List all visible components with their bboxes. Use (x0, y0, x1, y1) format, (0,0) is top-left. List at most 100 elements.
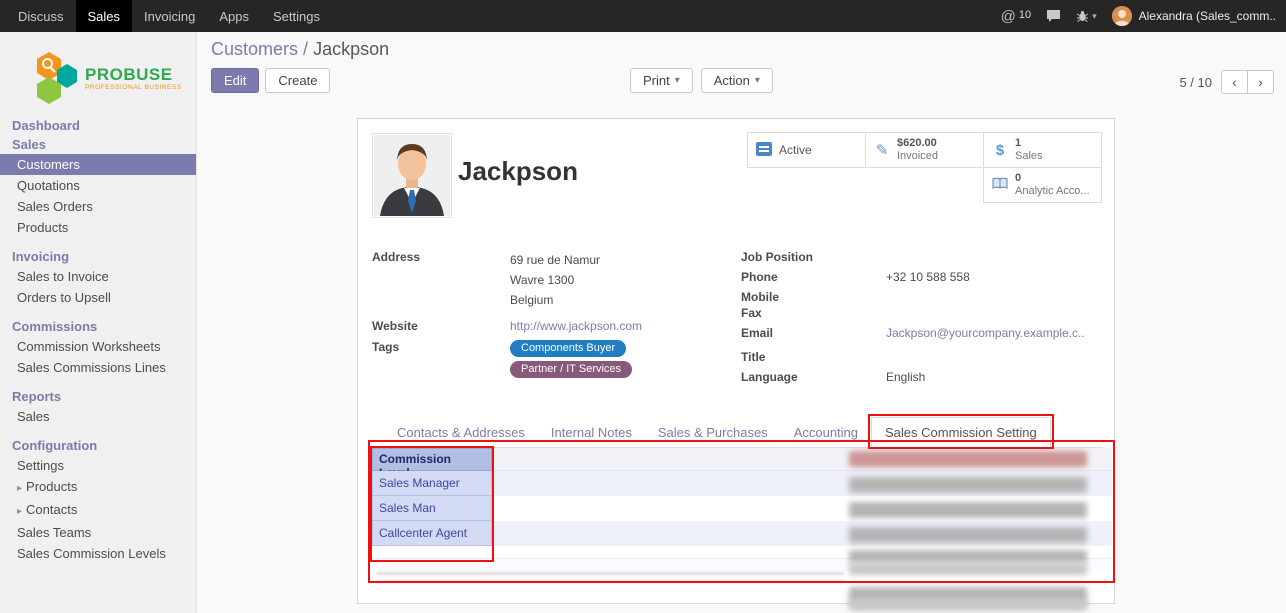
sidebar-heading-configuration[interactable]: Configuration (0, 436, 196, 455)
redacted-block (849, 563, 1087, 575)
tags-label: Tags (372, 340, 510, 378)
dollar-icon: $ (991, 143, 1009, 158)
caret-down-icon: ▾ (755, 75, 760, 86)
commission-table: Commission Level Sales Manager Sales Man… (372, 448, 1112, 571)
sidebar-item-config-products[interactable]: ▸Products (0, 476, 196, 499)
debug-menu-button[interactable]: ▾ (1076, 10, 1097, 23)
customer-photo[interactable] (372, 133, 452, 218)
tag-partner-it-services[interactable]: Partner / IT Services (510, 361, 632, 378)
sidebar-heading-invoicing[interactable]: Invoicing (0, 247, 196, 266)
book-icon (991, 177, 1009, 193)
app-logo: PROBUSE PROFESSIONAL BUSINESS (0, 32, 196, 116)
redacted-block (849, 502, 1087, 518)
notebook-tabs: Contacts & Addresses Internal Notes Sale… (372, 416, 1103, 448)
language-label: Language (741, 370, 886, 385)
menu-invoicing[interactable]: Invoicing (132, 0, 207, 32)
sidebar-item-commission-worksheets[interactable]: Commission Worksheets (0, 336, 196, 357)
sidebar-item-config-contacts[interactable]: ▸Contacts (0, 499, 196, 522)
menu-sales[interactable]: Sales (76, 0, 133, 32)
breadcrumb-customers[interactable]: Customers (211, 39, 298, 59)
mentions-button[interactable]: @ 10 (1001, 9, 1031, 24)
sidebar-item-sales-teams[interactable]: Sales Teams (0, 522, 196, 543)
sidebar-nav: Dashboard Sales Customers Quotations Sal… (0, 116, 196, 564)
sidebar-heading-dashboard[interactable]: Dashboard (0, 116, 196, 135)
pager-next-button[interactable]: › (1247, 70, 1274, 94)
invoiced-stat-button[interactable]: ✎ $620.00 Invoiced (865, 132, 984, 168)
chat-bubble-icon (1046, 9, 1061, 23)
sidebar-item-reports-sales[interactable]: Sales (0, 406, 196, 427)
main-menu: Discuss Sales Invoicing Apps Settings (0, 0, 332, 32)
user-menu[interactable]: Alexandra (Sales_comm.. (1112, 6, 1276, 26)
probuse-hexagons-icon (36, 51, 78, 105)
sidebar-item-orders-to-upsell[interactable]: Orders to Upsell (0, 287, 196, 308)
redacted-block (849, 451, 1087, 467)
create-button[interactable]: Create (265, 68, 330, 93)
main-content: Customers / Jackpson Edit Create Print ▾… (197, 32, 1286, 613)
commission-level-cell[interactable]: Sales Manager (372, 471, 492, 496)
logo-text: PROBUSE PROFESSIONAL BUSINESS (85, 66, 182, 91)
sidebar-item-quotations[interactable]: Quotations (0, 175, 196, 196)
job-position-label: Job Position (741, 250, 886, 265)
address-line-3: Belgium (510, 290, 600, 310)
sidebar: PROBUSE PROFESSIONAL BUSINESS Dashboard … (0, 32, 197, 613)
sidebar-heading-reports[interactable]: Reports (0, 387, 196, 406)
edit-button[interactable]: Edit (211, 68, 259, 93)
tag-components-buyer[interactable]: Components Buyer (510, 340, 626, 357)
tab-sales-commission-setting[interactable]: Sales Commission Setting (871, 417, 1051, 448)
sidebar-item-sales-commission-levels[interactable]: Sales Commission Levels (0, 543, 196, 564)
sidebar-heading-commissions[interactable]: Commissions (0, 317, 196, 336)
action-button-label: Action (714, 73, 750, 88)
pager-previous-button[interactable]: ‹ (1221, 70, 1248, 94)
address-label: Address (372, 250, 510, 310)
sidebar-item-sales-orders[interactable]: Sales Orders (0, 196, 196, 217)
sidebar-item-customers[interactable]: Customers (0, 154, 196, 175)
language-value: English (886, 370, 925, 385)
menu-apps[interactable]: Apps (207, 0, 261, 32)
messages-button[interactable] (1046, 9, 1061, 23)
email-link[interactable]: Jackpson@yourcompany.example.c.. (886, 326, 1085, 341)
website-link[interactable]: http://www.jackpson.com (510, 319, 642, 333)
analytic-accounts-stat-button[interactable]: 0 Analytic Acco... (983, 167, 1102, 203)
tab-internal-notes[interactable]: Internal Notes (538, 418, 645, 447)
sidebar-item-sales-to-invoice[interactable]: Sales to Invoice (0, 266, 196, 287)
commission-level-cell[interactable]: Callcenter Agent (372, 521, 492, 546)
mobile-label: Mobile (741, 290, 886, 305)
sidebar-item-config-contacts-label: Contacts (26, 502, 77, 517)
tab-accounting[interactable]: Accounting (781, 418, 871, 447)
sidebar-item-sales-commissions-lines[interactable]: Sales Commissions Lines (0, 357, 196, 378)
menu-discuss[interactable]: Discuss (6, 0, 76, 32)
invoiced-value: $620.00 (897, 137, 938, 150)
redacted-block (849, 550, 1087, 563)
analytic-count-value: 0 (1015, 172, 1090, 185)
phone-label: Phone (741, 270, 886, 285)
pencil-icon: ✎ (873, 143, 891, 158)
mention-count: 10 (1019, 9, 1031, 21)
customer-form-sheet: Jackpson Active ✎ $620.00 Invoiced (357, 118, 1115, 604)
commission-level-header[interactable]: Commission Level (372, 448, 492, 471)
address-line-1: 69 rue de Namur (510, 250, 600, 270)
tab-sales-purchases[interactable]: Sales & Purchases (645, 418, 781, 447)
form-buttons: Edit Create (211, 68, 330, 93)
phone-value: +32 10 588 558 (886, 270, 970, 285)
email-label: Email (741, 326, 886, 341)
commission-level-cell[interactable]: Sales Man (372, 496, 492, 521)
pager: 5 / 10 ‹ › (1179, 70, 1274, 94)
sales-stat-button[interactable]: $ 1 Sales (983, 132, 1102, 168)
action-button[interactable]: Action ▾ (701, 68, 773, 93)
sidebar-heading-sales[interactable]: Sales (0, 135, 196, 154)
menu-settings[interactable]: Settings (261, 0, 332, 32)
fields-right-column: Job Position Phone +32 10 588 558 Mobile… (741, 250, 1103, 386)
logo-subtitle: PROFESSIONAL BUSINESS (85, 84, 182, 91)
person-photo-icon (374, 135, 450, 216)
breadcrumb: Customers / Jackpson (211, 39, 389, 60)
sidebar-item-products[interactable]: Products (0, 217, 196, 238)
breadcrumb-current: Jackpson (313, 39, 389, 59)
topbar-right: @ 10 ▾ (1001, 6, 1286, 26)
pager-value: 5 / 10 (1179, 75, 1212, 90)
active-toggle-button[interactable]: Active (747, 132, 866, 168)
sidebar-item-settings[interactable]: Settings (0, 455, 196, 476)
logo-title: PROBUSE (85, 66, 182, 84)
topbar: Discuss Sales Invoicing Apps Settings @ … (0, 0, 1286, 32)
tab-contacts-addresses[interactable]: Contacts & Addresses (384, 418, 538, 447)
print-button[interactable]: Print ▾ (630, 68, 693, 93)
